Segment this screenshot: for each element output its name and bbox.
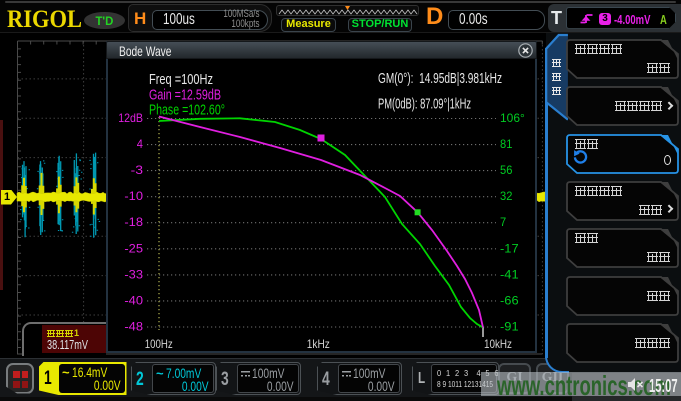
svg-text:7: 7 bbox=[500, 215, 506, 229]
svg-text:106°: 106° bbox=[500, 111, 525, 125]
svg-text:-10: -10 bbox=[124, 189, 143, 203]
svg-text:GM(0°): 14.95dB|3.981kHz: GM(0°): 14.95dB|3.981kHz bbox=[378, 70, 502, 87]
svg-text:10kHz: 10kHz bbox=[484, 337, 512, 351]
svg-text:-18: -18 bbox=[124, 215, 143, 229]
svg-text:-17: -17 bbox=[500, 241, 519, 255]
svg-text:4: 4 bbox=[137, 137, 143, 151]
svg-text:-3: -3 bbox=[131, 163, 144, 177]
svg-text:-25: -25 bbox=[124, 241, 143, 255]
svg-text:-41: -41 bbox=[500, 267, 519, 281]
svg-text:12dB: 12dB bbox=[118, 111, 143, 125]
svg-text:-91: -91 bbox=[500, 320, 519, 334]
svg-text:-40: -40 bbox=[124, 293, 143, 307]
svg-text:1kHz: 1kHz bbox=[307, 337, 330, 351]
svg-text:-33: -33 bbox=[124, 267, 143, 281]
svg-text:-66: -66 bbox=[500, 293, 519, 307]
svg-text:32: 32 bbox=[500, 189, 513, 203]
svg-text:81: 81 bbox=[500, 137, 513, 151]
svg-text:56: 56 bbox=[500, 163, 513, 177]
svg-text:100Hz: 100Hz bbox=[145, 337, 173, 351]
svg-text:-48: -48 bbox=[124, 320, 143, 334]
svg-text:PM(0dB): 87.09°|1kHz: PM(0dB): 87.09°|1kHz bbox=[378, 96, 471, 113]
